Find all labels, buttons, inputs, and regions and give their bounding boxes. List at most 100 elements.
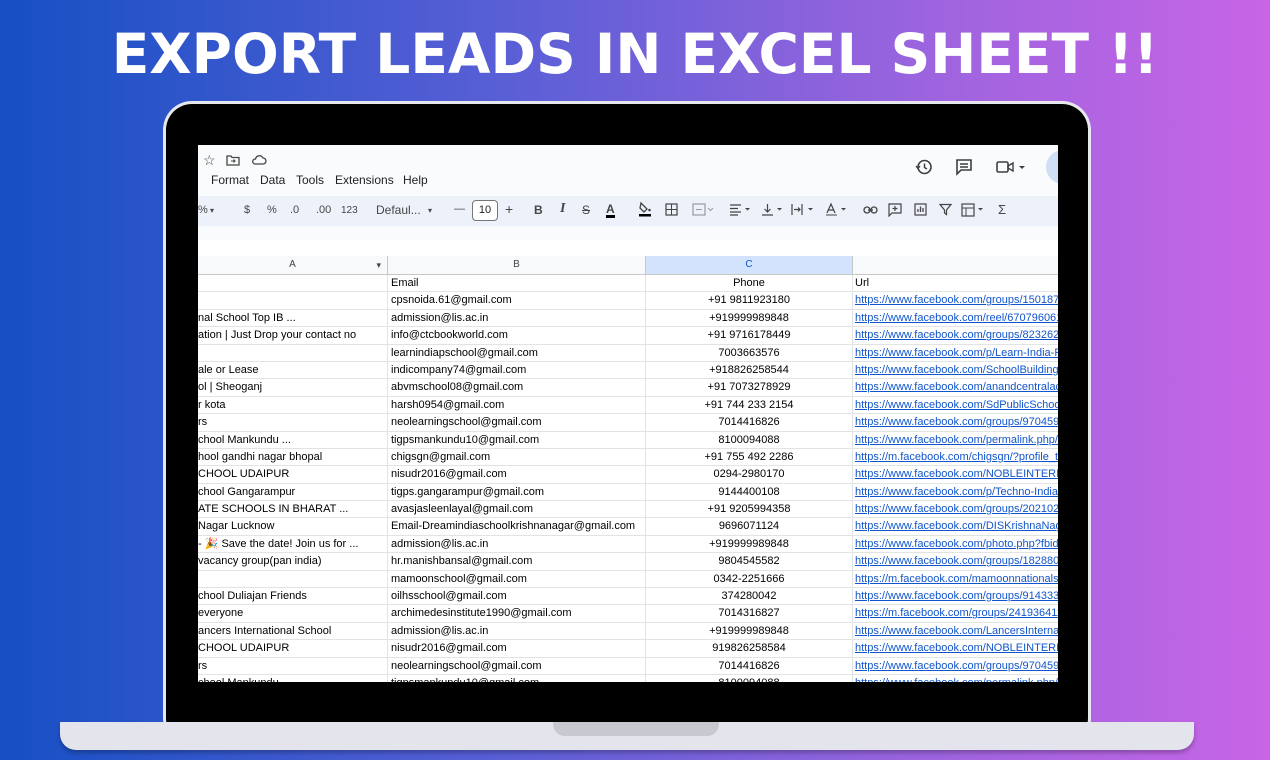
cell-email-header[interactable]: Email	[388, 275, 646, 292]
cell-phone[interactable]: +919999989848	[646, 535, 853, 553]
strikethrough-button[interactable]: S	[582, 203, 590, 217]
cell-email[interactable]: Email-Dreamindiaschoolkrishnanagar@gmail…	[388, 518, 646, 535]
fill-color-icon[interactable]	[638, 201, 652, 220]
star-icon[interactable]: ☆	[203, 153, 216, 167]
cell-email[interactable]: tigpsmankundu10@gmail.com	[388, 431, 646, 448]
cell[interactable]	[198, 275, 388, 292]
cell-url-header[interactable]: Url	[853, 275, 1058, 291]
column-header-a[interactable]: A ▾	[198, 256, 388, 274]
cell-phone[interactable]: +918826258544	[646, 361, 853, 379]
bold-button[interactable]: B	[534, 203, 543, 217]
decrease-decimal-button[interactable]: .0	[290, 204, 299, 216]
cell-name[interactable]: CHOOL UDAIPUR	[198, 466, 388, 483]
increase-font-size-button[interactable]: +	[505, 201, 513, 217]
cell-phone[interactable]: +919999989848	[646, 309, 853, 327]
decrease-font-size-button[interactable]: —	[454, 203, 465, 215]
cell-url[interactable]: https://www.facebook.com/groups/18288077	[853, 553, 1058, 569]
cell-email[interactable]: neolearningschool@gmail.com	[388, 414, 646, 431]
cell-name[interactable]: CHOOL UDAIPUR	[198, 640, 388, 657]
cell-email[interactable]: chigsgn@gmail.com	[388, 448, 646, 466]
cloud-status-icon[interactable]	[251, 154, 267, 168]
cell-phone[interactable]: +91 7073278929	[646, 379, 853, 396]
cell-email[interactable]: cpsnoida.61@gmail.com	[388, 292, 646, 309]
cell-url[interactable]: https://www.facebook.com/p/Learn-India-P…	[853, 345, 1058, 361]
cell-name[interactable]: ancers International School	[198, 622, 388, 640]
cell-url[interactable]: https://www.facebook.com/p/Techno-India-…	[853, 484, 1058, 500]
cell-url[interactable]: https://m.facebook.com/mamoonnationalsch	[853, 571, 1058, 587]
cell-url[interactable]: https://m.facebook.com/groups/2419364114	[853, 605, 1058, 621]
cell-name[interactable]: ATE SCHOOLS IN BHARAT ...	[198, 501, 388, 518]
cell-name[interactable]: chool Duliajan Friends	[198, 588, 388, 605]
italic-button[interactable]: I	[560, 201, 565, 217]
insert-comment-icon[interactable]	[888, 203, 902, 220]
cell-name[interactable]	[198, 344, 388, 361]
cell-email[interactable]: nisudr2016@gmail.com	[388, 640, 646, 657]
cell-phone[interactable]: +91 9716178449	[646, 327, 853, 344]
insert-link-icon[interactable]	[863, 204, 878, 219]
move-folder-icon[interactable]	[226, 154, 240, 168]
cell-name[interactable]	[198, 570, 388, 588]
cell-phone[interactable]: 7014416826	[646, 657, 853, 674]
column-header-d[interactable]	[853, 256, 1058, 274]
cell-phone[interactable]: 9144400108	[646, 483, 853, 501]
cell-phone[interactable]: 0294-2980170	[646, 466, 853, 483]
cell-url[interactable]: https://www.facebook.com/anandcentralaca	[853, 379, 1058, 395]
cell-url[interactable]: https://www.facebook.com/NOBLEINTERNA	[853, 640, 1058, 656]
cell-url[interactable]: https://www.facebook.com/groups/9704595	[853, 658, 1058, 674]
format-percent-button[interactable]: %	[267, 204, 277, 216]
cell-email[interactable]: abvmschool08@gmail.com	[388, 379, 646, 396]
format-currency-button[interactable]: $	[244, 204, 250, 216]
comments-icon[interactable]	[955, 158, 973, 181]
cell-url[interactable]: https://www.facebook.com/groups/20210267	[853, 501, 1058, 517]
cell-email[interactable]: admission@lis.ac.in	[388, 535, 646, 553]
cell-url[interactable]: https://m.facebook.com/chigsgn/?profile_…	[853, 449, 1058, 465]
font-size-input[interactable]: 10	[472, 200, 498, 221]
chevron-down-icon[interactable]: ▾	[210, 206, 214, 215]
menu-tools[interactable]: Tools	[296, 173, 324, 187]
cell-name[interactable]: hool gandhi nagar bhopal	[198, 448, 388, 466]
cell-name[interactable]: rs	[198, 657, 388, 674]
cell-name[interactable]: vacancy group(pan india)	[198, 553, 388, 570]
cell-email[interactable]: harsh0954@gmail.com	[388, 396, 646, 414]
filter-icon[interactable]	[938, 203, 953, 219]
cell-email[interactable]: admission@lis.ac.in	[388, 309, 646, 327]
cell-email[interactable]: archimedesinstitute1990@gmail.com	[388, 605, 646, 622]
text-rotation-icon[interactable]	[825, 202, 851, 219]
cell-phone[interactable]: 8100094088	[646, 674, 853, 682]
menu-data[interactable]: Data	[260, 173, 285, 187]
cell-email[interactable]: avasjasleenlayal@gmail.com	[388, 501, 646, 518]
cell-url[interactable]: https://www.facebook.com/groups/82326270	[853, 327, 1058, 343]
menu-help[interactable]: Help	[403, 173, 428, 187]
text-color-button[interactable]: A	[606, 203, 615, 218]
cell-url[interactable]: https://www.facebook.com/DISKrishnaNaga	[853, 518, 1058, 534]
align-icon[interactable]	[729, 204, 753, 219]
chevron-down-icon[interactable]: ▾	[376, 256, 381, 274]
cell-url[interactable]: https://www.facebook.com/reel/6707960615	[853, 310, 1058, 326]
cell-phone[interactable]: 0342-2251666	[646, 570, 853, 588]
cell-name[interactable]: ale or Lease	[198, 361, 388, 379]
cell-email[interactable]: tigpsmankundu10@gmail.com	[388, 674, 646, 682]
cell-email[interactable]: neolearningschool@gmail.com	[388, 657, 646, 674]
cell-name[interactable]: chool Mankundu ...	[198, 431, 388, 448]
cell-name[interactable]: rs	[198, 414, 388, 431]
cell-phone[interactable]: 374280042	[646, 588, 853, 605]
cell-name[interactable]: r kota	[198, 396, 388, 414]
meet-video-icon[interactable]	[996, 159, 1028, 180]
cell-url[interactable]: https://www.facebook.com/NOBLEINTERNA	[853, 466, 1058, 482]
cell-email[interactable]: oilhsschool@gmail.com	[388, 588, 646, 605]
vertical-align-icon[interactable]	[761, 203, 785, 219]
more-formats-button[interactable]: 123	[341, 205, 358, 216]
merge-cells-icon[interactable]	[692, 203, 714, 219]
cell-email[interactable]: tigps.gangarampur@gmail.com	[388, 483, 646, 501]
cell-email[interactable]: info@ctcbookworld.com	[388, 327, 646, 344]
column-header-b[interactable]: B	[388, 256, 646, 274]
menu-extensions[interactable]: Extensions	[335, 173, 394, 187]
cell-email[interactable]: admission@lis.ac.in	[388, 622, 646, 640]
chevron-down-icon[interactable]: ▾	[428, 206, 432, 215]
cell-url[interactable]: https://www.facebook.com/SchoolBuildingL…	[853, 362, 1058, 378]
menu-format[interactable]: Format	[211, 173, 249, 187]
cell-url[interactable]: https://www.facebook.com/groups/15018704	[853, 292, 1058, 308]
cell-email[interactable]: learnindiapschool@gmail.com	[388, 344, 646, 361]
cell-phone[interactable]: 7014316827	[646, 605, 853, 622]
cell-url[interactable]: https://www.facebook.com/permalink.php/?…	[853, 675, 1058, 682]
